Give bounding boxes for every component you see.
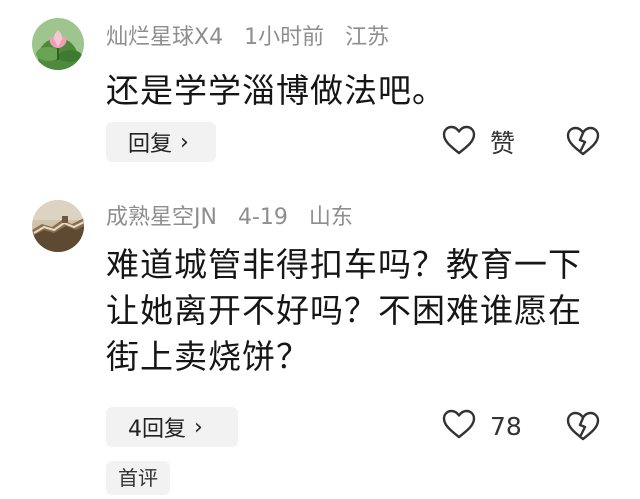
comment-text: 难道城管非得扣车吗？教育一下让她离开不好吗？不困难谁愿在街上卖烧饼？ xyxy=(106,245,582,376)
comment-location: 山东 xyxy=(308,205,353,230)
comment-time: 4-19 xyxy=(237,205,288,230)
chevron-right-icon: › xyxy=(194,414,203,440)
comment-location: 江苏 xyxy=(345,25,390,50)
like-button[interactable]: 赞 xyxy=(442,124,515,160)
username[interactable]: 灿烂星球X4 xyxy=(106,25,223,50)
comment-text: 还是学学淄博做法吧。 xyxy=(106,71,446,110)
reply-label: 回复 xyxy=(128,132,173,157)
comment-item: 灿烂星球X4 1小时前 江苏 还是学学淄博做法吧。 回复 › 赞 xyxy=(0,0,640,190)
reply-button[interactable]: 4回复 › xyxy=(106,407,238,447)
comment-time: 1小时前 xyxy=(244,25,325,50)
comment-item: 成熟星空JN 4-19 山东 难道城管非得扣车吗？教育一下让她离开不好吗？不困难… xyxy=(0,190,640,499)
chevron-right-icon: › xyxy=(180,129,189,155)
reply-label: 4回复 xyxy=(128,417,186,442)
username[interactable]: 成熟星空JN xyxy=(106,205,217,230)
reply-button[interactable]: 回复 › xyxy=(106,122,216,162)
like-label: 赞 xyxy=(490,129,516,158)
broken-heart-icon[interactable] xyxy=(566,411,600,445)
like-count: 78 xyxy=(490,411,522,441)
like-button[interactable]: 78 xyxy=(442,409,522,443)
first-comment-badge: 首评 xyxy=(106,461,170,495)
heart-outline-icon xyxy=(442,409,476,443)
great-wall-avatar-icon[interactable] xyxy=(32,200,84,252)
broken-heart-icon[interactable] xyxy=(566,126,600,160)
comment-meta: 成熟星空JN 4-19 山东 xyxy=(106,204,367,232)
comment-meta: 灿烂星球X4 1小时前 江苏 xyxy=(106,24,403,52)
lotus-avatar-icon[interactable] xyxy=(32,18,84,70)
heart-outline-icon xyxy=(442,125,476,159)
